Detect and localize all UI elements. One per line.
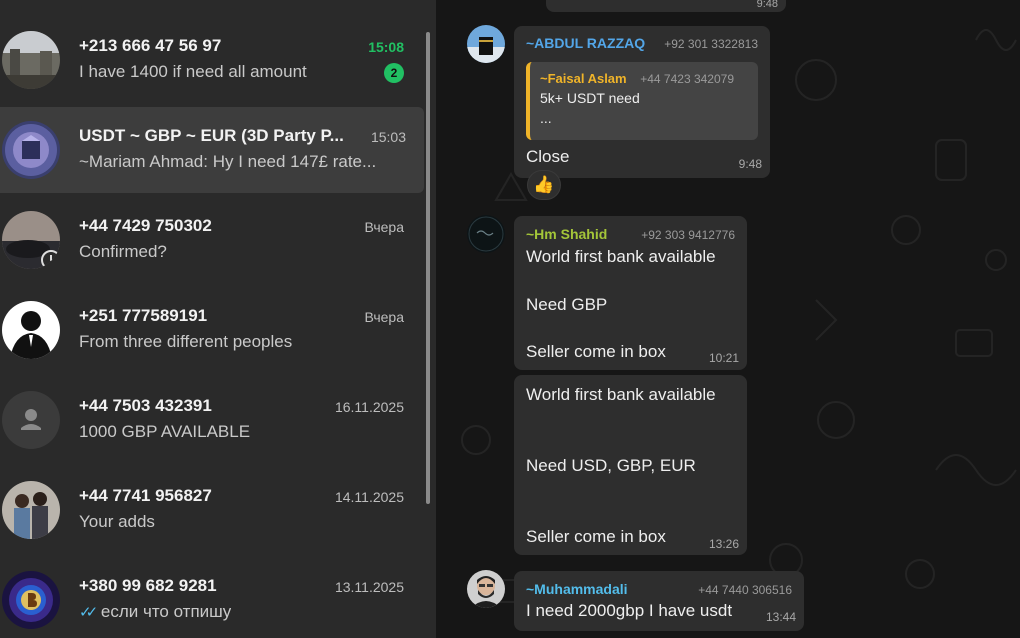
sender-phone: +92 301 3322813: [664, 37, 758, 51]
chat-item[interactable]: +213 666 47 56 97 I have 1400 if need al…: [0, 2, 424, 89]
message-text: Need USD, GBP, EUR: [526, 456, 696, 475]
avatar: [2, 571, 60, 629]
chat-name: +213 666 47 56 97: [79, 36, 222, 55]
quoted-text: 5k+ USDT need: [540, 90, 640, 106]
avatar: [2, 211, 60, 269]
quoted-sender-phone: +44 7423 342079: [640, 72, 734, 86]
chat-item[interactable]: +380 99 682 9281 ✓✓ если что отпишу 13.1…: [0, 557, 424, 638]
message-bubble: ~Hm Shahid +92 303 9412776 World first b…: [514, 216, 747, 370]
chat-list-scrollbar[interactable]: [426, 32, 430, 504]
sender-phone: +92 303 9412776: [641, 228, 735, 242]
sender-name[interactable]: ~ABDUL RAZZAQ: [526, 35, 645, 51]
avatar: [2, 481, 60, 539]
avatar: [2, 121, 60, 179]
chat-preview: Your adds: [79, 512, 155, 531]
message-text: I need 2000gbp I have usdt: [526, 601, 733, 620]
avatar: [2, 301, 60, 359]
chat-time: 15:03: [370, 129, 406, 145]
message-text: World first bank available: [526, 385, 716, 404]
chat-item[interactable]: +44 7503 432391 1000 GBP AVAILABLE 16.11…: [0, 377, 424, 463]
message-text: Seller come in box: [526, 342, 666, 361]
chat-preview: I have 1400 if need all amount: [79, 62, 307, 81]
message-bubble: World first bank available Need USD, GBP…: [514, 375, 747, 555]
sender-avatar[interactable]: [467, 25, 505, 63]
chat-preview: ~Mariam Ahmad: Hy I need 147£ rate...: [79, 152, 377, 171]
chat-preview: ✓✓ если что отпишу: [79, 602, 231, 622]
message-time: 13:44: [765, 610, 796, 624]
chat-time: 13.11.2025: [334, 579, 404, 595]
chat-preview: 1000 GBP AVAILABLE: [79, 422, 251, 441]
double-check-icon: ✓✓: [79, 604, 98, 621]
sender-name[interactable]: ~Hm Shahid: [526, 226, 607, 242]
quoted-sender-name: ~Faisal Aslam: [540, 71, 627, 86]
message-time: 13:26: [708, 537, 739, 551]
sender-avatar[interactable]: [467, 215, 505, 253]
message-text: Seller come in box: [526, 527, 666, 546]
chat-name: +380 99 682 9281: [79, 576, 217, 595]
message-bubble-partial: 9:48: [546, 0, 786, 12]
chat-time: 16.11.2025: [334, 399, 404, 415]
chat-time: Вчера: [364, 219, 404, 235]
message-bubble: ~ABDUL RAZZAQ +92 301 3322813 ~Faisal As…: [514, 26, 770, 178]
unread-badge: 2: [384, 63, 404, 83]
default-avatar-icon: [2, 391, 60, 449]
chat-preview: From three different peoples: [79, 332, 293, 351]
chat-preview-text: если что отпишу: [100, 602, 232, 621]
avatar: [2, 31, 60, 89]
quoted-text: ...: [540, 110, 552, 126]
chat-item[interactable]: +44 7741 956827 Your adds 14.11.2025: [0, 467, 424, 553]
message-time: 10:21: [708, 351, 739, 365]
sender-name[interactable]: ~Muhammadali: [526, 581, 628, 597]
chat-preview: Confirmed?: [79, 242, 167, 261]
message-text: Close: [526, 147, 570, 166]
chat-time: Вчера: [364, 309, 404, 325]
message-text: World first bank available: [526, 247, 716, 266]
thumbs-up-reaction[interactable]: 👍: [527, 170, 561, 200]
chat-name: +44 7429 750302: [79, 216, 212, 235]
message-bubble: ~Muhammadali +44 7440 306516 I need 2000…: [514, 571, 804, 631]
chat-item[interactable]: +44 7429 750302 Confirmed? Вчера: [0, 197, 424, 283]
chat-name: USDT ~ GBP ~ EUR (3D Party P...: [79, 126, 344, 145]
sender-avatar[interactable]: [467, 570, 505, 608]
sender-phone: +44 7440 306516: [698, 583, 792, 597]
chat-name: +44 7503 432391: [79, 396, 212, 415]
message-time: 9:48: [756, 0, 778, 10]
chat-time: 15:08: [368, 39, 404, 55]
chat-item-active[interactable]: USDT ~ GBP ~ EUR (3D Party P... ~Mariam …: [0, 107, 424, 193]
chat-item[interactable]: +251 777589191 From three different peop…: [0, 287, 424, 373]
whatsapp-window: +213 666 47 56 97 I have 1400 if need al…: [0, 0, 1020, 638]
message-time: 9:48: [738, 157, 762, 171]
chat-name: +44 7741 956827: [79, 486, 212, 505]
message-text: Need GBP: [526, 295, 608, 314]
conversation-pane: 9:48 ~ABDUL RAZZAQ +92 301 3322813 ~Fais…: [436, 0, 1020, 638]
chat-time: 14.11.2025: [334, 489, 404, 505]
chat-name: +251 777589191: [79, 306, 208, 325]
chat-list: +213 666 47 56 97 I have 1400 if need al…: [0, 0, 436, 638]
quoted-message[interactable]: ~Faisal Aslam +44 7423 342079 5k+ USDT n…: [526, 62, 758, 140]
